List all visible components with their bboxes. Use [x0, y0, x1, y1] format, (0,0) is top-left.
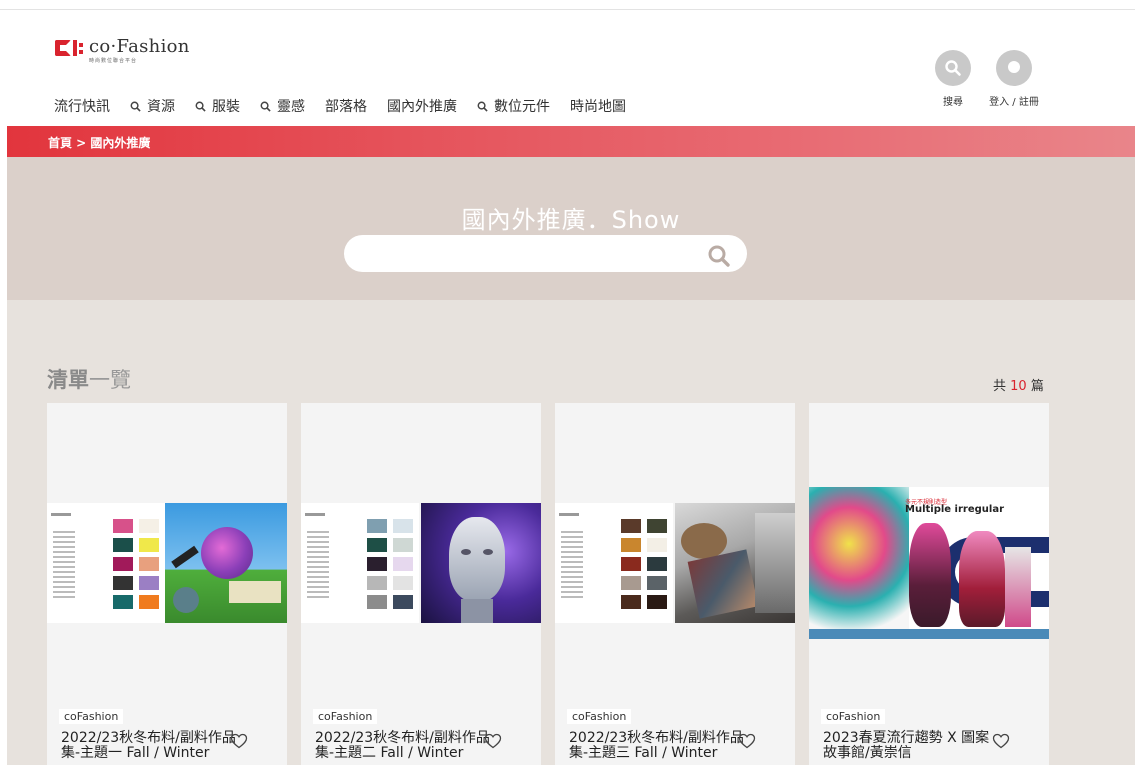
header-search-label: 搜尋 — [943, 97, 963, 108]
logo-name: co·Fashion — [89, 36, 190, 57]
page-title: 國內外推廣．Show — [461, 206, 681, 234]
card-title[interactable]: 2022/23秋冬布料/副料作品集-主題三 Fall / Winter — [569, 731, 749, 761]
list-title-rest: 一覽 — [89, 368, 131, 392]
card-thumbnail — [301, 503, 541, 623]
search-icon — [195, 101, 206, 112]
site-logo[interactable]: co·Fashion 時尚數位聯合平台 — [55, 36, 190, 70]
nav-label: 靈感 — [277, 99, 305, 115]
breadcrumb[interactable]: 首頁 > 國內外推廣 — [48, 134, 150, 151]
card-title[interactable]: 2023春夏流行趨勢 X 圖案故事館/黃崇信 — [823, 731, 1003, 761]
nav-item-resources[interactable]: 資源 — [130, 96, 175, 116]
poster-subtitle: Multiple irregular — [905, 504, 1005, 515]
nav-label: 服裝 — [212, 99, 240, 115]
list-title-bold: 清單 — [47, 368, 89, 392]
hero-banner: 國內外推廣．Show — [7, 157, 1135, 300]
count-number: 10 — [1010, 379, 1027, 394]
nav-label: 資源 — [147, 99, 175, 115]
site-header: co·Fashion 時尚數位聯合平台 流行快訊 資源 服裝 靈感 部落格 國內… — [0, 10, 1135, 126]
nav-label: 國內外推廣 — [387, 99, 457, 115]
card-thumbnail — [555, 503, 795, 623]
article-card[interactable]: 多元不規則造型 Multiple irregular coFashion 202… — [809, 403, 1049, 765]
nav-item-news[interactable]: 流行快訊 — [54, 96, 110, 116]
card-tag: coFashion — [821, 709, 886, 724]
card-tag: coFashion — [567, 709, 632, 724]
nav-item-apparel[interactable]: 服裝 — [195, 96, 240, 116]
search-icon — [130, 101, 141, 112]
nav-item-digital-components[interactable]: 數位元件 — [477, 96, 550, 116]
search-icon[interactable] — [707, 244, 731, 268]
article-card[interactable]: coFashion 2022/23秋冬布料/副料作品集-主題二 Fall / W… — [301, 403, 541, 765]
card-title[interactable]: 2022/23秋冬布料/副料作品集-主題一 Fall / Winter — [61, 731, 241, 761]
header-login-button[interactable]: 登入 / 註冊 — [979, 50, 1049, 108]
nav-item-fashion-map[interactable]: 時尚地圖 — [570, 96, 626, 116]
search-icon — [260, 101, 271, 112]
header-login-label: 登入 / 註冊 — [989, 97, 1039, 108]
card-thumbnail — [47, 503, 287, 623]
nav-item-blog[interactable]: 部落格 — [325, 96, 367, 116]
result-count: 共 10 篇 — [993, 375, 1044, 394]
list-title: 清單一覽 — [47, 364, 131, 394]
count-prefix: 共 — [993, 379, 1007, 394]
card-tag: coFashion — [59, 709, 124, 724]
search-icon — [477, 101, 488, 112]
card-tag: coFashion — [313, 709, 378, 724]
nav-label: 時尚地圖 — [570, 99, 626, 115]
nav-label: 流行快訊 — [54, 99, 110, 115]
nav-label: 數位元件 — [494, 99, 550, 115]
article-card[interactable]: coFashion 2022/23秋冬布料/副料作品集-主題一 Fall / W… — [47, 403, 287, 765]
search-input[interactable] — [344, 235, 747, 272]
main-nav: 流行快訊 資源 服裝 靈感 部落格 國內外推廣 數位元件 時尚地圖 — [54, 96, 646, 116]
article-card[interactable]: coFashion 2022/23秋冬布料/副料作品集-主題三 Fall / W… — [555, 403, 795, 765]
heart-icon[interactable] — [738, 733, 756, 749]
card-title[interactable]: 2022/23秋冬布料/副料作品集-主題二 Fall / Winter — [315, 731, 495, 761]
card-thumbnail: 多元不規則造型 Multiple irregular — [809, 487, 1049, 639]
breadcrumb-bar: 首頁 > 國內外推廣 — [7, 126, 1135, 157]
logo-subtitle: 時尚數位聯合平台 — [89, 58, 138, 64]
user-avatar-icon — [996, 50, 1032, 86]
nav-label: 部落格 — [325, 99, 367, 115]
header-search-button[interactable]: 搜尋 — [918, 50, 988, 108]
heart-icon[interactable] — [484, 733, 502, 749]
heart-icon[interactable] — [230, 733, 248, 749]
heart-icon[interactable] — [992, 733, 1010, 749]
nav-item-inspiration[interactable]: 靈感 — [260, 96, 305, 116]
search-icon — [935, 50, 971, 86]
nav-item-promotion[interactable]: 國內外推廣 — [387, 96, 457, 116]
logo-mark-icon — [55, 38, 83, 58]
count-suffix: 篇 — [1030, 379, 1044, 394]
